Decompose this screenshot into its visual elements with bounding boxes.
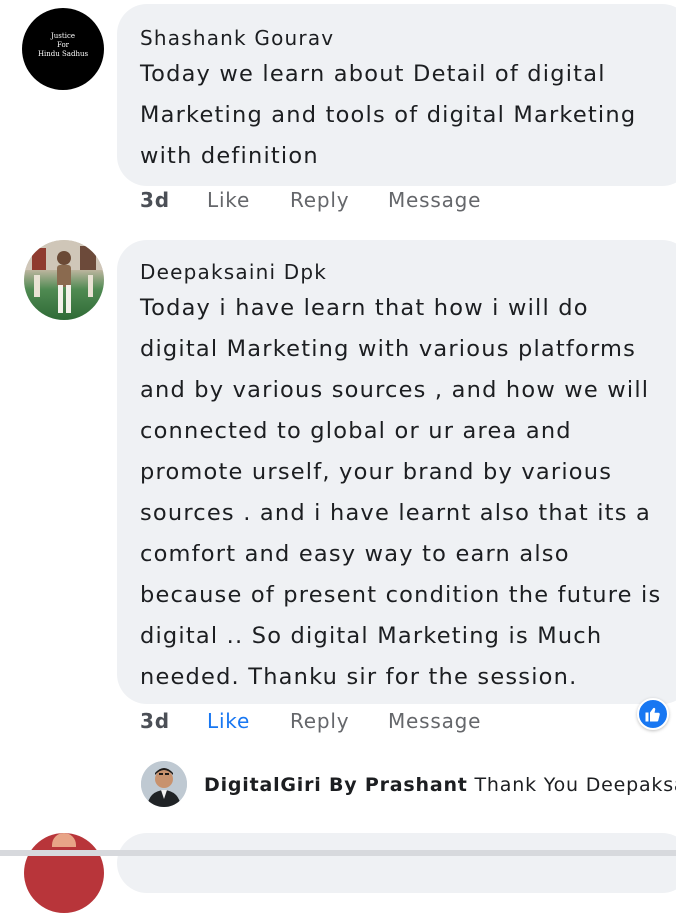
reply-button[interactable]: Reply [290,709,349,733]
avatar-caption-line: For [56,41,70,49]
reply-text: Thank You Deepaksa· [474,774,676,796]
comment-text: Today we learn about Detail of digital M… [140,61,637,169]
scroll-edge-divider [0,850,676,856]
comment-actions: 3d Like Reply Message [0,188,676,216]
reply-preview[interactable]: DigitalGiri By Prashant Thank You Deepak… [204,774,676,796]
comment-author[interactable]: Deepaksaini Dpk [140,260,327,284]
message-button[interactable]: Message [388,709,481,733]
like-button[interactable]: Like [207,709,250,733]
comment-timestamp: 3d [140,709,170,733]
person-photo-icon [141,761,187,807]
avatar-caption-line: Justice [50,32,76,40]
avatar-caption: Justice For Hindu Sadhus [22,32,104,59]
like-reaction-badge[interactable] [637,698,669,730]
comment-bubble [117,833,676,893]
like-button[interactable]: Like [207,188,250,212]
avatar-next-commenter[interactable] [24,833,104,913]
avatar-deepaksaini-dpk[interactable] [24,240,104,320]
comment-author[interactable]: Shashank Gourav [140,26,334,50]
reply-author: DigitalGiri By Prashant [204,774,468,796]
avatar-digitalgiri-by-prashant[interactable] [141,761,187,807]
reply-button[interactable]: Reply [290,188,349,212]
message-button[interactable]: Message [388,188,481,212]
comment-timestamp: 3d [140,188,170,212]
avatar-shashank-gourav[interactable]: Justice For Hindu Sadhus [22,8,104,90]
face-shape [52,833,76,847]
person-photo-icon [24,240,104,313]
comment-text: Today i have learn that how i will do di… [140,295,662,690]
comment-actions: 3d Like Reply Message [0,709,676,737]
avatar-caption-line: Hindu Sadhus [37,50,89,58]
thumbs-up-icon [645,707,660,722]
